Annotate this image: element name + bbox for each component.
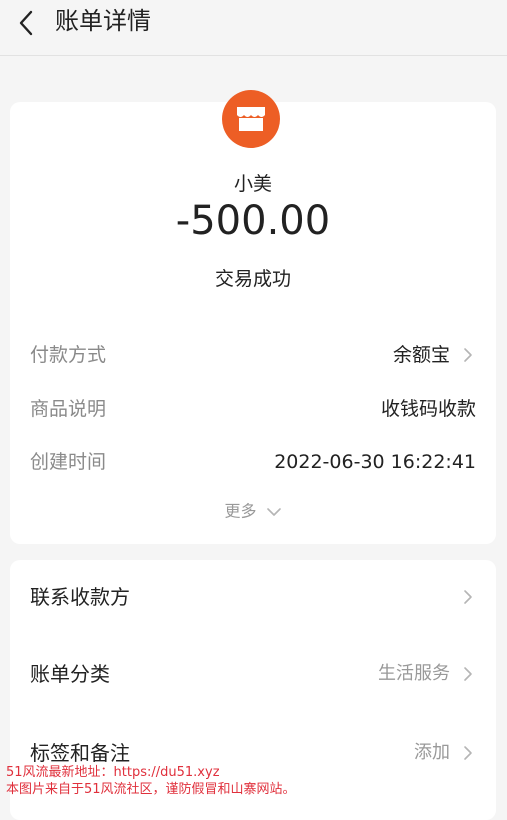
watermark-text: 51风流最新地址：https://du51.xyz 本图片来自于51风流社区，谨…	[6, 764, 296, 798]
payment-method-label: 付款方式	[30, 344, 107, 366]
created-time-label: 创建时间	[30, 451, 107, 473]
payment-method-value: 余额宝	[392, 344, 450, 366]
watermark-line-2: 本图片来自于51风流社区，谨防假冒和山寨网站。	[6, 782, 296, 797]
watermark-line-1: 51风流最新地址：https://du51.xyz	[6, 765, 220, 780]
more-button[interactable]: 更多	[10, 500, 496, 523]
page-title: 账单详情	[55, 7, 151, 35]
bill-category-row[interactable]: 账单分类 生活服务	[30, 657, 476, 691]
product-description-label: 商品说明	[30, 398, 107, 420]
contact-payee-row[interactable]: 联系收款方	[30, 580, 476, 614]
product-description-row: 商品说明 收钱码收款	[30, 394, 476, 424]
created-time-value: 2022-06-30 16:22:41	[274, 451, 476, 473]
back-arrow-icon	[19, 10, 33, 36]
tags-notes-value: 添加	[414, 742, 450, 763]
created-time-row: 创建时间 2022-06-30 16:22:41	[30, 447, 476, 477]
bill-category-label: 账单分类	[30, 662, 110, 686]
bill-category-value: 生活服务	[378, 663, 450, 684]
more-label: 更多	[224, 501, 257, 521]
back-button[interactable]	[12, 6, 46, 40]
contact-payee-label: 联系收款方	[30, 585, 130, 609]
chevron-right-icon	[464, 348, 472, 362]
amount: -500.00	[175, 198, 331, 244]
transaction-card: 小美 -500.00 交易成功 付款方式 余额宝 商品说明 收钱码收款 创建时间…	[10, 90, 496, 544]
chevron-right-icon	[464, 590, 472, 604]
payment-method-row[interactable]: 付款方式 余额宝	[30, 340, 476, 370]
transaction-status: 交易成功	[214, 268, 291, 290]
merchant-avatar	[222, 90, 280, 148]
shop-icon	[237, 107, 265, 131]
product-description-value: 收钱码收款	[380, 398, 476, 420]
chevron-down-icon	[266, 507, 281, 516]
top-bar: 账单详情	[0, 0, 507, 56]
chevron-right-icon	[464, 746, 472, 760]
chevron-right-icon	[464, 667, 472, 681]
merchant-name: 小美	[233, 173, 272, 195]
